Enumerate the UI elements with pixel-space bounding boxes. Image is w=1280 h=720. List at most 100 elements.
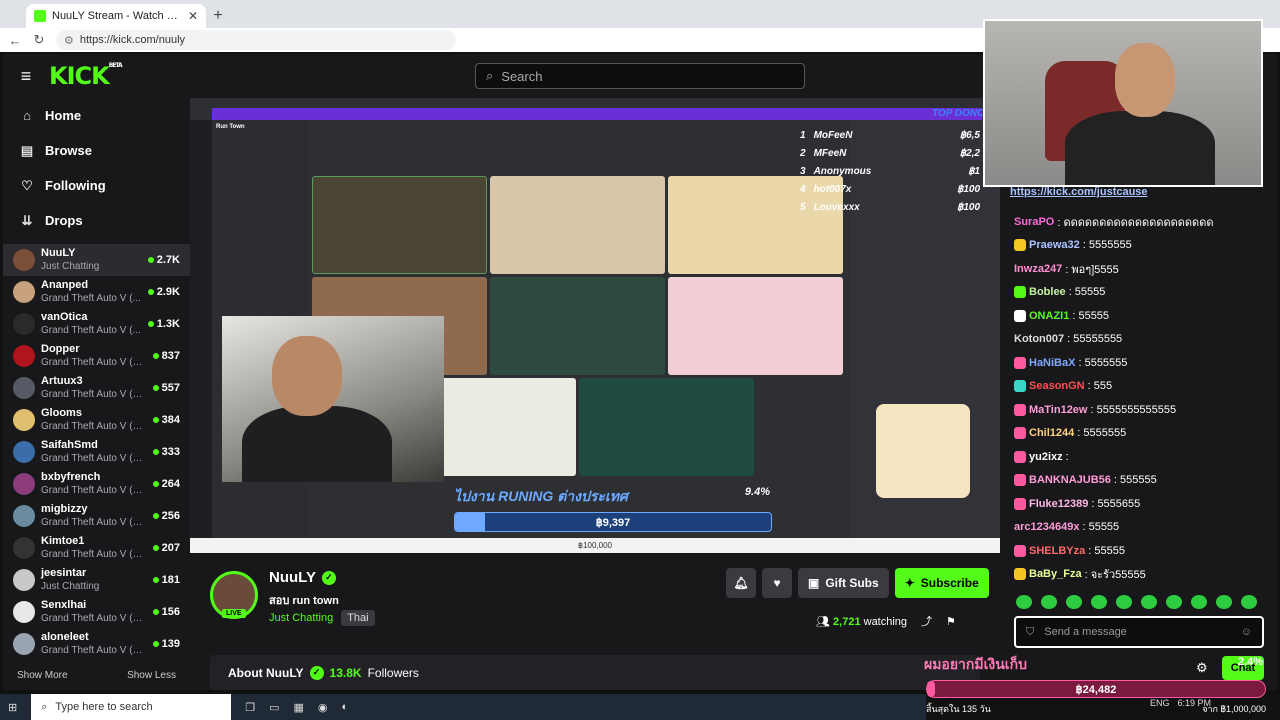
video-player[interactable]: Run Town TOP DONO 1 MoFeeN ฿6,5 2 MFeeN ฿… bbox=[190, 98, 1000, 553]
search-input[interactable]: ⌕ Search bbox=[475, 63, 805, 89]
category-link[interactable]: Just Chatting bbox=[269, 612, 333, 624]
subscribe-button[interactable]: ✦ Subscribe bbox=[894, 568, 989, 598]
chat-username[interactable]: Boblee bbox=[1029, 286, 1066, 298]
emote-icon[interactable] bbox=[1066, 595, 1082, 609]
viewer-count: 384 bbox=[152, 414, 180, 426]
report-icon[interactable]: ⚑ bbox=[946, 615, 956, 628]
emote-icon[interactable] bbox=[1191, 595, 1207, 609]
chat-username[interactable]: Praewa32 bbox=[1029, 239, 1080, 251]
channel-item[interactable]: Kimtoe1 Grand Theft Auto V (G... 207 bbox=[3, 532, 190, 564]
emote-icon[interactable] bbox=[1116, 595, 1132, 609]
channel-category: Grand Theft Auto V (G... bbox=[41, 517, 147, 528]
edge-icon[interactable]: ◐ bbox=[342, 701, 349, 713]
chat-username[interactable]: HaNiBaX bbox=[1029, 357, 1075, 369]
donor-rank: 1 bbox=[800, 129, 806, 141]
emote-icon[interactable] bbox=[1141, 595, 1157, 609]
channel-info: SaifahSmd Grand Theft Auto V (G... bbox=[41, 438, 147, 466]
follow-button[interactable]: ♥ bbox=[762, 568, 792, 598]
streamer-name[interactable]: NuuLY ✓ bbox=[269, 569, 336, 586]
sidebar-item-following[interactable]: ♡ Following bbox=[3, 168, 190, 203]
channel-item[interactable]: Dopper Grand Theft Auto V (G... 837 bbox=[3, 340, 190, 372]
chat-username[interactable]: Fluke12389 bbox=[1029, 498, 1088, 510]
chat-username[interactable]: yu2ixz bbox=[1029, 451, 1063, 463]
guest-face bbox=[1115, 43, 1175, 117]
channel-item[interactable]: Senxlhai Grand Theft Auto V (G... 156 bbox=[3, 596, 190, 628]
video-tile bbox=[579, 378, 754, 476]
sidebar-item-home[interactable]: ⌂ Home bbox=[3, 98, 190, 133]
notify-button[interactable]: 🔔︎ bbox=[726, 568, 756, 598]
chat-text: : พอๆ]5555 bbox=[1065, 263, 1119, 276]
chat-username[interactable]: SeasonGN bbox=[1029, 380, 1085, 392]
channel-item[interactable]: Ananped Grand Theft Auto V (... 2.9K bbox=[3, 276, 190, 308]
taskbar-search[interactable]: ⌕ Type here to search bbox=[31, 694, 232, 720]
pinned-message-link[interactable]: https://kick.com/justcause bbox=[1010, 186, 1148, 198]
url-field[interactable]: ⚙ https://kick.com/nuuly bbox=[56, 30, 456, 50]
chat-goal-percent: 2.4% bbox=[1238, 656, 1264, 668]
language-tag[interactable]: Thai bbox=[341, 610, 375, 626]
video-tile bbox=[668, 277, 843, 375]
store-icon[interactable]: ▦ bbox=[294, 701, 304, 714]
new-tab-button[interactable]: + bbox=[206, 4, 230, 28]
emote-icon[interactable] bbox=[1216, 595, 1232, 609]
emote-icon[interactable] bbox=[1041, 595, 1057, 609]
emote-icon[interactable] bbox=[1091, 595, 1107, 609]
show-less-button[interactable]: Show Less bbox=[127, 670, 176, 681]
chat-username[interactable]: arc1234649x bbox=[1014, 521, 1079, 533]
share-icon[interactable]: ⤴ bbox=[921, 613, 932, 629]
chat-username[interactable]: BANKNAJUB56 bbox=[1029, 474, 1111, 486]
chat-message: yu2ixz: bbox=[1014, 445, 1264, 469]
menu-icon[interactable]: ≡ bbox=[3, 66, 49, 87]
task-view-icon[interactable]: ❐ bbox=[245, 701, 255, 714]
discord-icon[interactable]: ◉ bbox=[318, 701, 328, 714]
channel-item[interactable]: migbizzy Grand Theft Auto V (G... 256 bbox=[3, 500, 190, 532]
emote-icon[interactable] bbox=[1241, 595, 1257, 609]
chat-username[interactable]: MaTin12ew bbox=[1029, 404, 1088, 416]
channel-item[interactable]: NuuLY Just Chatting 2.7K bbox=[3, 244, 190, 276]
avatar bbox=[13, 473, 35, 495]
channel-item[interactable]: Glooms Grand Theft Auto V (G... 384 bbox=[3, 404, 190, 436]
chat-username[interactable]: BaBy_Fza bbox=[1029, 568, 1082, 580]
chat-settings-icon[interactable]: ⚙ bbox=[1196, 660, 1208, 676]
live-dot-icon bbox=[152, 449, 159, 455]
kick-logo[interactable]: KICKBETA bbox=[49, 62, 123, 90]
show-more-button[interactable]: Show More bbox=[17, 670, 68, 681]
chat-input[interactable]: ⛉ Send a message ☺ bbox=[1014, 616, 1264, 648]
sidebar-item-drops[interactable]: ⇊ Drops bbox=[3, 203, 190, 238]
emoji-icon[interactable]: ☺ bbox=[1241, 626, 1252, 638]
sidebar-item-browse[interactable]: ▤ Browse bbox=[3, 133, 190, 168]
sidebar-item-label: Home bbox=[45, 108, 82, 123]
chat-username[interactable]: Chil1244 bbox=[1029, 427, 1074, 439]
close-tab-icon[interactable]: ✕ bbox=[188, 9, 198, 23]
channel-item[interactable]: bxbyfrench Grand Theft Auto V (G... 264 bbox=[3, 468, 190, 500]
site-info-icon[interactable]: ⚙ bbox=[64, 34, 74, 47]
sidebar-footer: Show More Show Less bbox=[3, 660, 190, 691]
file-explorer-icon[interactable]: ▭ bbox=[269, 701, 279, 714]
donor-row: 4 hot007x ฿100 bbox=[800, 180, 1000, 198]
emote-icon[interactable] bbox=[1166, 595, 1182, 609]
webcam-body bbox=[242, 406, 392, 482]
sticker-image bbox=[876, 404, 970, 498]
channel-item[interactable]: vanOtica Grand Theft Auto V (... 1.3K bbox=[3, 308, 190, 340]
channel-item[interactable]: Artuux3 Grand Theft Auto V (G... 557 bbox=[3, 372, 190, 404]
chat-username[interactable]: Inwza247 bbox=[1014, 263, 1062, 275]
channel-item[interactable]: jeesintar Just Chatting 181 bbox=[3, 564, 190, 596]
windows-start-icon[interactable]: ⊞ bbox=[8, 701, 17, 714]
channel-item[interactable]: aloneleet Grand Theft Auto V (G... 139 bbox=[3, 628, 190, 660]
live-dot-icon bbox=[152, 641, 159, 647]
followers-label: Followers bbox=[367, 665, 419, 680]
gift-subs-button[interactable]: ▣ Gift Subs bbox=[798, 568, 889, 598]
chat-username[interactable]: ONAZI1 bbox=[1029, 310, 1069, 322]
language-indicator[interactable]: ENG bbox=[1150, 698, 1170, 708]
back-icon[interactable]: ← bbox=[8, 33, 22, 48]
channel-name: migbizzy bbox=[41, 503, 88, 515]
browser-tab[interactable]: NuuLY Stream - Watch Live on Kick ✕ bbox=[26, 4, 206, 28]
channel-item[interactable]: SaifahSmd Grand Theft Auto V (G... 333 bbox=[3, 436, 190, 468]
clock[interactable]: 6:19 PM bbox=[1178, 698, 1212, 708]
reload-icon[interactable]: ↻ bbox=[32, 32, 46, 48]
avatar bbox=[13, 537, 35, 559]
donor-amount: ฿2,2 bbox=[959, 147, 980, 159]
chat-username[interactable]: SHELBYza bbox=[1029, 545, 1085, 557]
chat-username[interactable]: Koton007 bbox=[1014, 333, 1064, 345]
chat-username[interactable]: SuraPO bbox=[1014, 216, 1054, 228]
emote-icon[interactable] bbox=[1016, 595, 1032, 609]
